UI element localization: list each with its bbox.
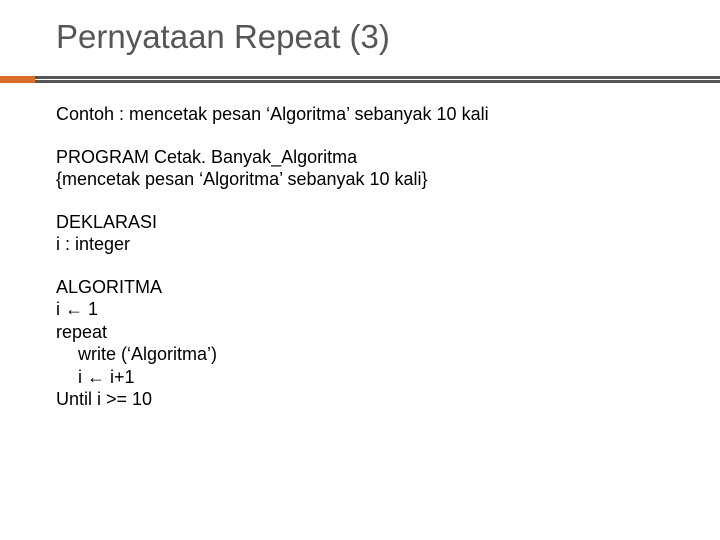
algorithm-increment: i ← i+1 xyxy=(56,366,680,389)
slide-title: Pernyataan Repeat (3) xyxy=(0,18,720,56)
algorithm-repeat: repeat xyxy=(56,321,680,344)
title-divider xyxy=(0,76,720,83)
program-block: PROGRAM Cetak. Banyak_Algoritma {menceta… xyxy=(56,146,680,191)
algorithm-label: ALGORITMA xyxy=(56,276,680,299)
slide: Pernyataan Repeat (3) Contoh : mencetak … xyxy=(0,0,720,540)
divider-accent xyxy=(0,76,35,83)
declaration-label: DEKLARASI xyxy=(56,211,680,234)
program-header: PROGRAM Cetak. Banyak_Algoritma xyxy=(56,146,680,169)
slide-content: Contoh : mencetak pesan ‘Algoritma’ seba… xyxy=(0,103,720,411)
example-text: Contoh : mencetak pesan ‘Algoritma’ seba… xyxy=(56,103,680,126)
divider-line xyxy=(35,76,720,83)
algorithm-write: write (‘Algoritma’) xyxy=(56,343,680,366)
algorithm-block: ALGORITMA i ← 1 repeat write (‘Algoritma… xyxy=(56,276,680,411)
declaration-block: DEKLARASI i : integer xyxy=(56,211,680,256)
algorithm-until: Until i >= 10 xyxy=(56,388,680,411)
program-comment: {mencetak pesan ‘Algoritma’ sebanyak 10 … xyxy=(56,168,680,191)
declaration-line: i : integer xyxy=(56,233,680,256)
algorithm-assign: i ← 1 xyxy=(56,298,680,321)
